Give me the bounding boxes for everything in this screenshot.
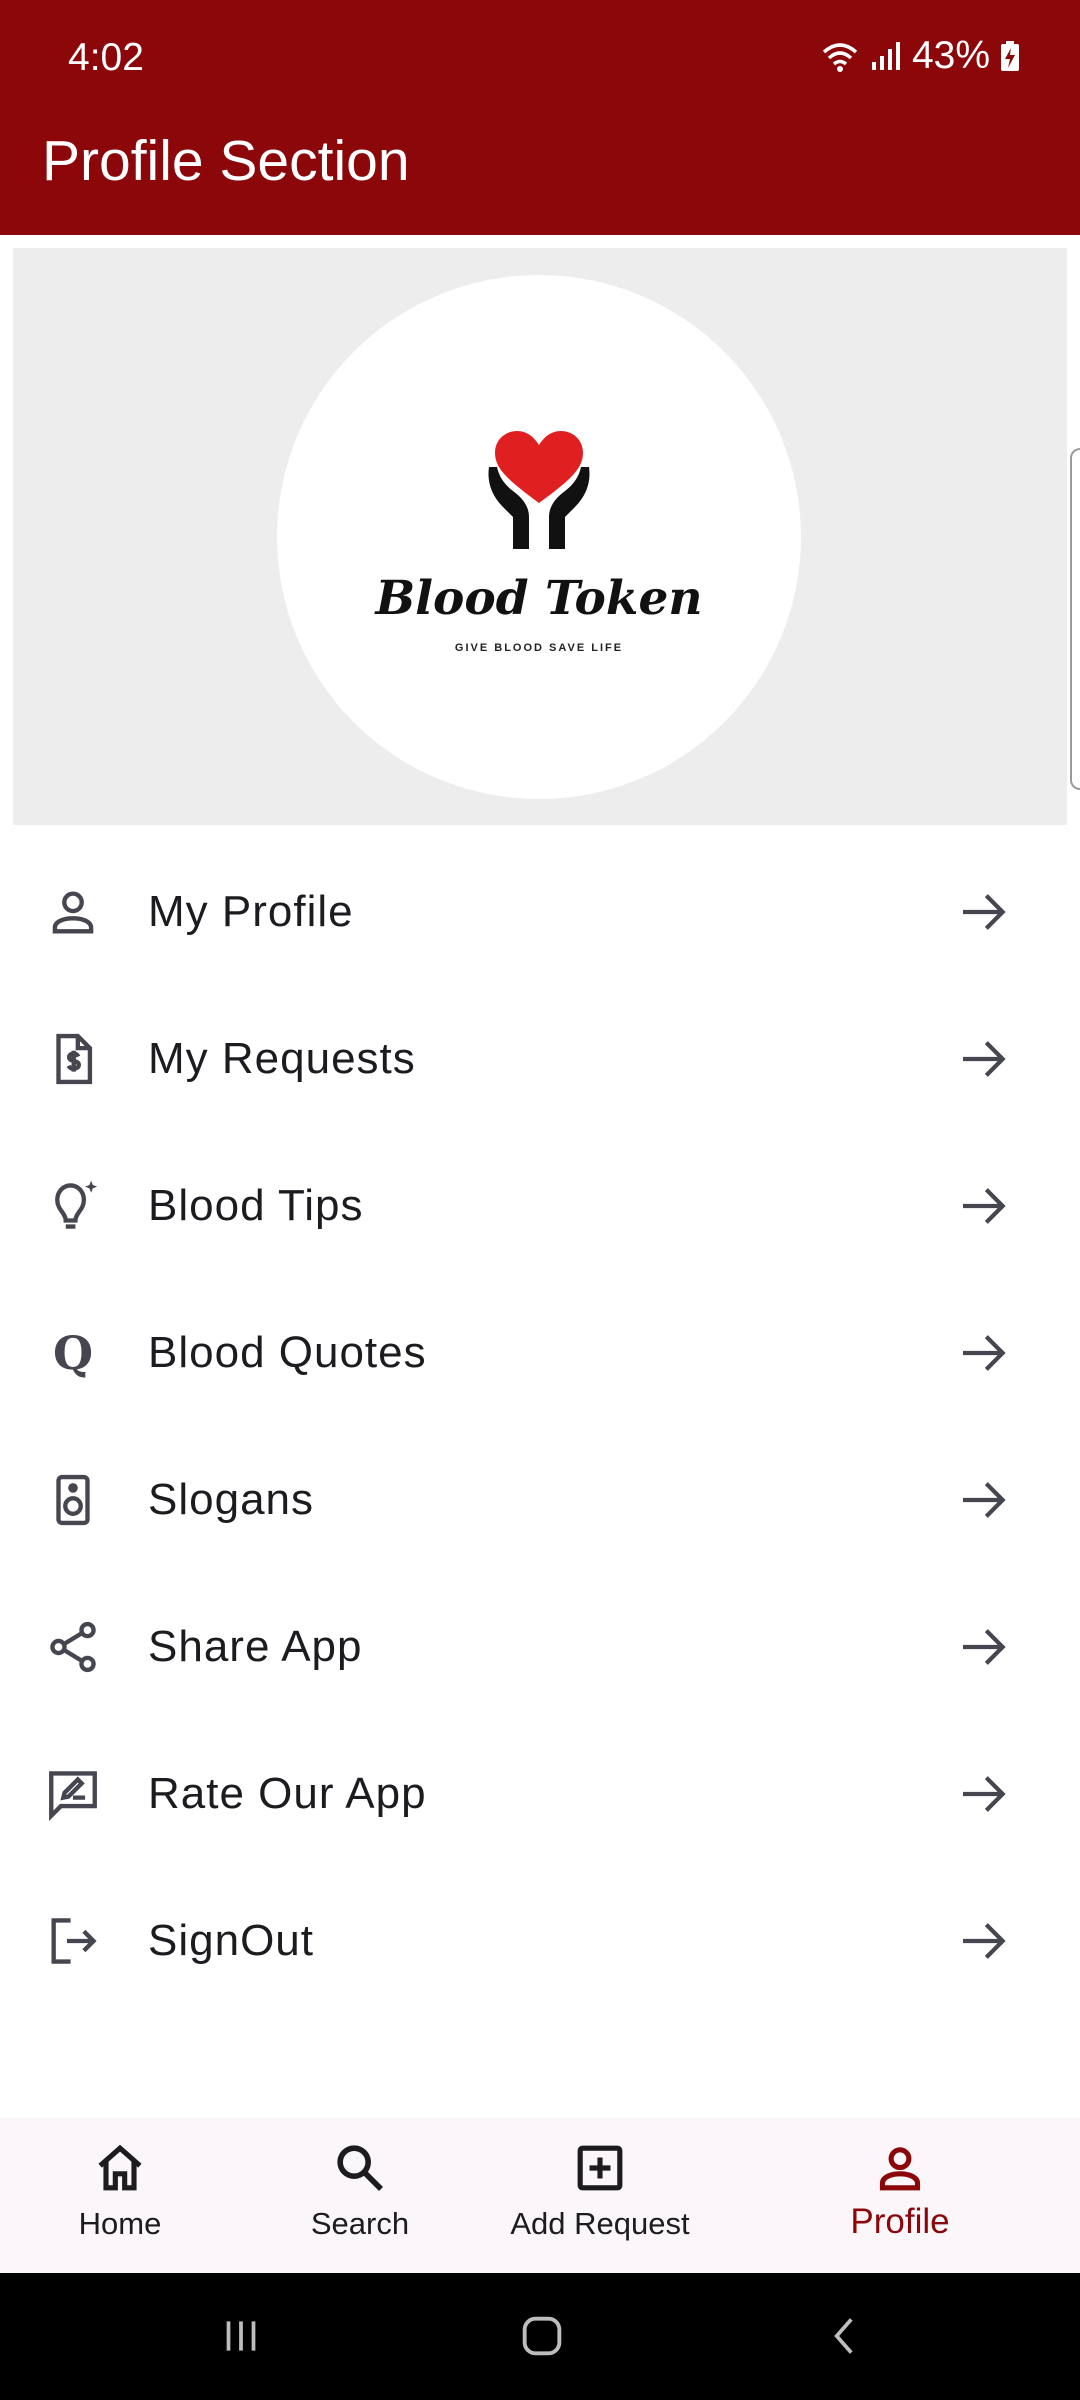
arrow-right-icon: [963, 1628, 1006, 1665]
nav-label: Add Request: [510, 2206, 690, 2241]
rate-review-icon: [44, 1765, 102, 1823]
person-icon: [44, 883, 102, 941]
nav-profile[interactable]: Profile: [820, 2118, 980, 2273]
arrow-right-icon: [963, 1040, 1006, 1077]
home-button-icon[interactable]: [516, 2310, 568, 2362]
menu-item-label: Slogans: [148, 1474, 315, 1524]
profile-header-card: Blood Token GIVE BLOOD SAVE LIFE: [13, 248, 1067, 825]
logo-title: Blood Token: [375, 571, 703, 626]
bottom-navigation: Home Search Add Request Profile: [0, 2118, 1080, 2273]
arrow-right-icon: [963, 1334, 1006, 1371]
arrow-right-icon: [963, 1481, 1006, 1518]
arrow-right-icon: [963, 1922, 1006, 1959]
speaker-icon: [44, 1471, 102, 1529]
menu-item-label: Blood Quotes: [148, 1327, 427, 1377]
logo-tagline: GIVE BLOOD SAVE LIFE: [454, 642, 624, 654]
recent-apps-icon[interactable]: [216, 2311, 266, 2361]
menu-item-blood-quotes[interactable]: Q Blood Quotes: [0, 1279, 1080, 1426]
menu-item-slogans[interactable]: Slogans: [0, 1426, 1080, 1573]
nav-label: Home: [78, 2206, 162, 2241]
nav-home[interactable]: Home: [40, 2118, 200, 2273]
page-title: Profile Section: [42, 129, 410, 193]
nav-search[interactable]: Search: [280, 2118, 440, 2273]
menu-item-my-profile[interactable]: My Profile: [0, 838, 1080, 985]
menu-item-blood-tips[interactable]: Blood Tips: [0, 1132, 1080, 1279]
app-bar: 4:02 43% Profile Section: [0, 0, 1080, 235]
nav-label: Search: [310, 2206, 410, 2241]
menu-item-rate-our-app[interactable]: Rate Our App: [0, 1720, 1080, 1867]
menu-item-label: Share App: [148, 1621, 363, 1671]
home-icon: [98, 2144, 142, 2191]
menu-item-label: SignOut: [148, 1915, 314, 1965]
wifi-icon: [822, 43, 858, 72]
nav-label: Profile: [850, 2202, 950, 2241]
arrow-right-icon: [963, 1775, 1006, 1812]
menu-item-share-app[interactable]: Share App: [0, 1573, 1080, 1720]
nav-add-request[interactable]: Add Request: [490, 2118, 710, 2273]
signal-icon: [871, 42, 900, 70]
battery-percent: 43%: [911, 34, 990, 77]
menu-item-label: My Requests: [148, 1033, 416, 1083]
menu-item-label: Rate Our App: [148, 1768, 427, 1818]
arrow-right-icon: [963, 893, 1006, 930]
arrow-right-icon: [963, 1187, 1006, 1224]
receipt-dollar-icon: [44, 1030, 102, 1088]
menu-item-label: Blood Tips: [148, 1180, 364, 1230]
share-icon: [44, 1618, 102, 1676]
quote-q-icon: Q: [52, 1325, 94, 1380]
edge-panel-handle[interactable]: [1070, 448, 1080, 790]
menu-item-my-requests[interactable]: My Requests: [0, 985, 1080, 1132]
profile-menu: My Profile My Requests Blood Tips Q Bloo…: [0, 838, 1080, 2014]
status-icons: 43%: [820, 34, 1020, 78]
system-navigation-bar: [0, 2273, 1080, 2400]
logout-icon: [44, 1912, 102, 1970]
menu-item-label: My Profile: [148, 886, 354, 936]
search-icon: [337, 2145, 383, 2191]
back-icon[interactable]: [820, 2311, 870, 2361]
menu-item-signout[interactable]: SignOut: [0, 1867, 1080, 2014]
lightbulb-icon: [44, 1177, 102, 1235]
status-time: 4:02: [68, 36, 144, 79]
heart-hands-icon: [488, 431, 590, 549]
add-box-icon: [577, 2145, 623, 2191]
person-icon: [879, 2147, 921, 2191]
battery-charging-icon: [1001, 41, 1019, 71]
app-logo: Blood Token GIVE BLOOD SAVE LIFE: [277, 275, 801, 799]
